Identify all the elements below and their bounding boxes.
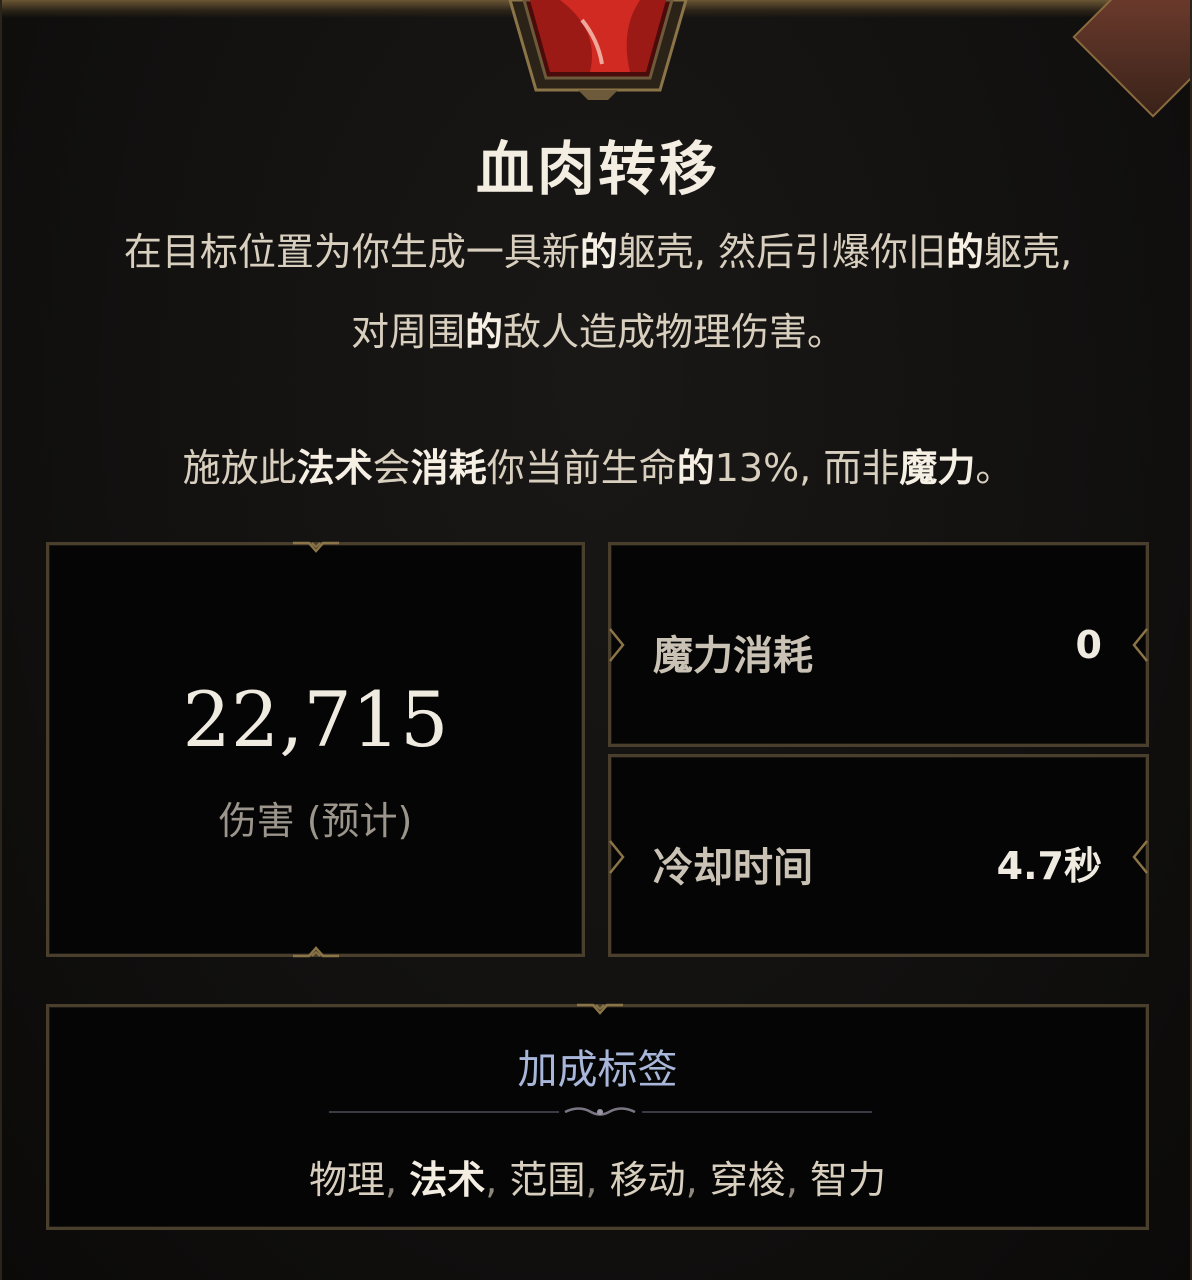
frame-notch-icon (1132, 628, 1148, 662)
desc-text: 。 (975, 446, 1014, 490)
desc-text: 躯壳, (984, 230, 1073, 274)
desc-highlight-consume: 消耗 (410, 446, 487, 490)
tag-separator: , (685, 1158, 698, 1202)
cooldown-label: 冷却时间 (653, 845, 813, 891)
desc-text: 13%, 而非 (714, 446, 900, 490)
corner-ornament (1072, 0, 1190, 118)
damage-label: 伤害 (预计) (218, 799, 413, 843)
bonus-tags-list: 物理, 法术, 范围, 移动, 穿梭, 智力 (49, 1149, 1146, 1204)
tag-item: 法术 (409, 1158, 486, 1202)
frame-notch-icon (609, 840, 625, 874)
cooldown-panel: 冷却时间 4.7秒 (608, 754, 1149, 957)
desc-highlight: 的 (946, 230, 985, 274)
ability-portrait-icon (508, 0, 688, 100)
desc-highlight: 的 (579, 230, 618, 274)
damage-panel: 22,715 伤害 (预计) (46, 541, 585, 958)
bonus-tags-panel: 加成标签 物理, 法术, 范围, 移动, 穿梭, 智力 (46, 1003, 1149, 1230)
desc-text: 敌人造成物理伤害。 (503, 310, 846, 354)
description-line-1: 在目标位置为你生成一具新的躯壳, 然后引爆你旧的躯壳, (32, 212, 1164, 292)
desc-text: 躯壳, 然后引爆你旧 (617, 230, 947, 274)
mana-cost-value: 0 (1075, 623, 1102, 667)
tag-separator: , (385, 1158, 398, 1202)
ability-cost-note: 施放此法术会消耗你当前生命的13%, 而非魔力。 (32, 428, 1164, 508)
tag-separator: , (585, 1158, 598, 1202)
frame-notch-icon (293, 946, 339, 958)
ornament-divider-icon (329, 1107, 872, 1116)
tag-separator: , (485, 1158, 498, 1202)
desc-highlight-spell: 法术 (296, 446, 373, 490)
desc-text: 施放此 (182, 446, 297, 490)
desc-highlight: 的 (464, 310, 503, 354)
tag-item: 范围 (509, 1158, 586, 1202)
desc-highlight-mana: 魔力 (899, 446, 976, 490)
description-line-2: 对周围的敌人造成物理伤害。 (32, 292, 1164, 372)
tag-item: 穿梭 (709, 1158, 786, 1202)
mana-cost-panel: 魔力消耗 0 (608, 542, 1149, 747)
tag-item: 智力 (810, 1158, 887, 1202)
desc-text: 你当前生命 (486, 446, 677, 490)
mana-cost-label: 魔力消耗 (653, 633, 813, 679)
bonus-tags-title: 加成标签 (517, 1047, 678, 1093)
frame-notch-icon (577, 1003, 623, 1015)
frame-notch-icon (293, 541, 339, 553)
damage-value: 22,715 (182, 675, 449, 764)
ability-tooltip: 血肉转移 在目标位置为你生成一具新的躯壳, 然后引爆你旧的躯壳, 对周围的敌人造… (0, 0, 1192, 1280)
ability-description: 在目标位置为你生成一具新的躯壳, 然后引爆你旧的躯壳, 对周围的敌人造成物理伤害… (32, 212, 1164, 372)
desc-text: 对周围 (350, 310, 465, 354)
frame-notch-icon (609, 628, 625, 662)
desc-text: 在目标位置为你生成一具新 (123, 230, 580, 274)
desc-text: 会 (372, 446, 411, 490)
cooldown-value: 4.7秒 (996, 844, 1102, 888)
ability-title: 血肉转移 (475, 135, 720, 203)
tag-item: 移动 (609, 1158, 686, 1202)
tag-separator: , (785, 1158, 798, 1202)
frame-notch-icon (1132, 840, 1148, 874)
desc-highlight: 的 (676, 446, 715, 490)
tag-item: 物理 (308, 1158, 385, 1202)
